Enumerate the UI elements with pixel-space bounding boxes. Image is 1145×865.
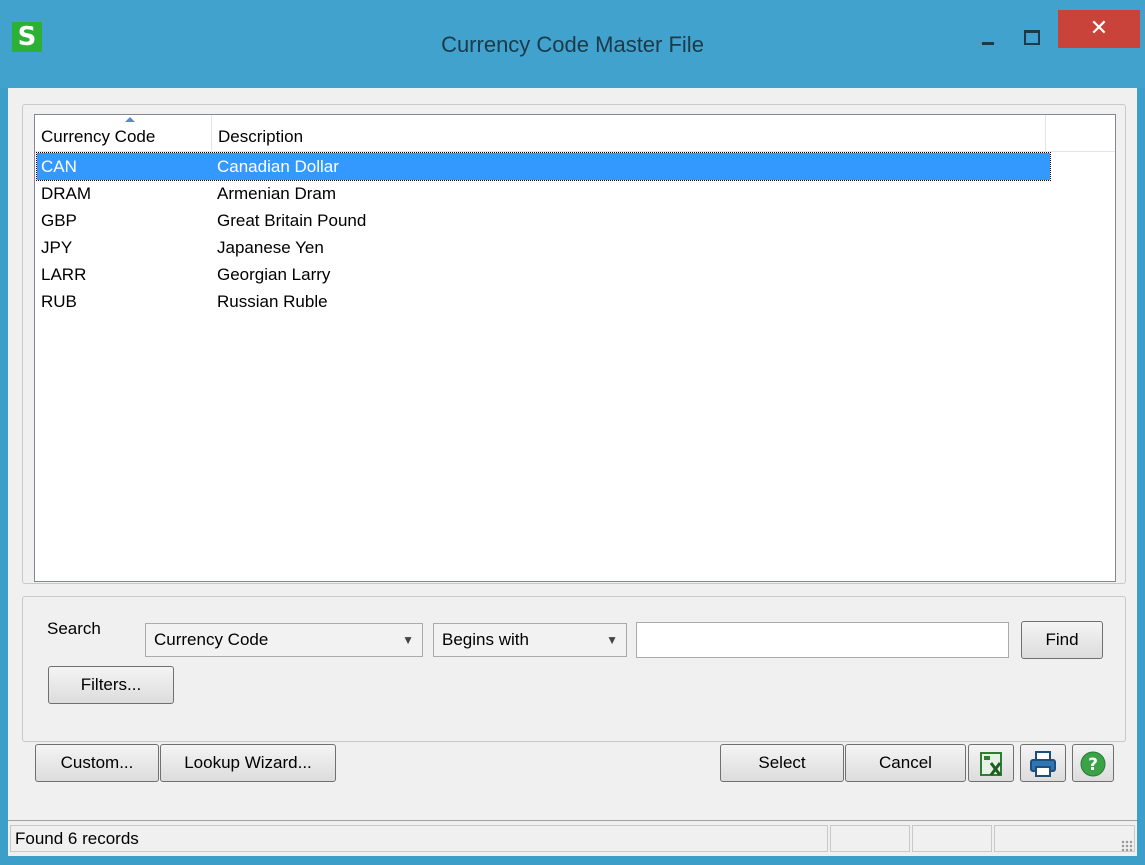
sort-ascending-icon — [125, 117, 135, 122]
filters-button-label: Filters... — [80, 675, 142, 694]
list-header: Currency Code Description — [35, 115, 1115, 152]
find-button[interactable]: Find — [1021, 621, 1103, 659]
maximize-button[interactable] — [1000, 22, 1060, 52]
resize-grip-icon[interactable] — [1121, 840, 1133, 852]
list-row[interactable]: DRAM Armenian Dram — [37, 180, 1050, 207]
svg-text:?: ? — [1088, 755, 1098, 775]
cancel-button[interactable]: Cancel — [845, 744, 966, 782]
list-row[interactable]: RUB Russian Ruble — [37, 288, 1050, 315]
print-button[interactable] — [1020, 744, 1066, 782]
cancel-button-label: Cancel — [879, 753, 932, 772]
search-operator-select[interactable]: Begins with ▼ — [433, 623, 627, 657]
printer-icon — [1030, 751, 1056, 777]
description-cell: Great Britain Pound — [217, 211, 367, 230]
list-row[interactable]: JPY Japanese Yen — [37, 234, 1050, 261]
dialog-client-area: Currency Code Description CAN Canadian D… — [8, 88, 1137, 856]
status-text: Found 6 records — [10, 825, 828, 852]
description-cell: Canadian Dollar — [217, 157, 339, 176]
description-cell: Japanese Yen — [217, 238, 324, 257]
currency-code-cell: DRAM — [41, 184, 92, 203]
list-row[interactable]: LARR Georgian Larry — [37, 261, 1050, 288]
currency-code-cell: CAN — [41, 157, 77, 176]
export-excel-button[interactable] — [968, 744, 1014, 782]
close-button[interactable]: ✕ — [1058, 10, 1140, 48]
status-pane — [912, 825, 992, 852]
currency-code-cell: JPY — [41, 238, 73, 257]
currency-lookup-window: S Currency Code Master File ✕ Currency C… — [0, 0, 1145, 865]
list-row[interactable]: CAN Canadian Dollar — [36, 152, 1051, 181]
column-header-description[interactable]: Description — [212, 115, 1046, 151]
description-cell: Georgian Larry — [217, 265, 331, 284]
search-field-value: Currency Code — [154, 630, 269, 649]
help-icon: ? — [1080, 751, 1106, 777]
status-pane — [994, 825, 1135, 852]
description-cell: Armenian Dram — [217, 184, 337, 203]
help-button[interactable]: ? — [1072, 744, 1114, 782]
list-row[interactable]: GBP Great Britain Pound — [37, 207, 1050, 234]
currency-code-cell: GBP — [41, 211, 77, 230]
chevron-down-icon: ▼ — [606, 633, 618, 647]
column-header-currency-code[interactable]: Currency Code — [35, 115, 212, 151]
custom-button[interactable]: Custom... — [35, 744, 159, 782]
search-operator-value: Begins with — [442, 630, 529, 649]
search-field-select[interactable]: Currency Code ▼ — [145, 623, 423, 657]
search-panel: Search Currency Code ▼ Begins with ▼ Fin… — [22, 596, 1126, 742]
currency-list[interactable]: Currency Code Description CAN Canadian D… — [34, 114, 1116, 582]
currency-code-cell: LARR — [41, 265, 87, 284]
lookup-wizard-button[interactable]: Lookup Wizard... — [160, 744, 336, 782]
chevron-down-icon: ▼ — [402, 633, 414, 647]
filters-button[interactable]: Filters... — [48, 666, 174, 704]
search-label: Search — [47, 619, 101, 638]
find-button-label: Find — [1045, 630, 1079, 649]
status-bar: Found 6 records — [8, 820, 1137, 856]
column-header-label: Description — [218, 127, 304, 146]
lookup-wizard-button-label: Lookup Wizard... — [184, 753, 312, 772]
custom-button-label: Custom... — [60, 753, 134, 772]
search-input[interactable] — [636, 622, 1009, 658]
currency-code-cell: RUB — [41, 292, 77, 311]
select-button-label: Select — [758, 753, 806, 772]
title-bar[interactable]: S Currency Code Master File ✕ — [0, 0, 1145, 88]
excel-icon — [980, 752, 1002, 776]
description-cell: Russian Ruble — [217, 292, 328, 311]
select-button[interactable]: Select — [720, 744, 844, 782]
status-pane — [830, 825, 910, 852]
column-header-label: Currency Code — [41, 127, 156, 146]
